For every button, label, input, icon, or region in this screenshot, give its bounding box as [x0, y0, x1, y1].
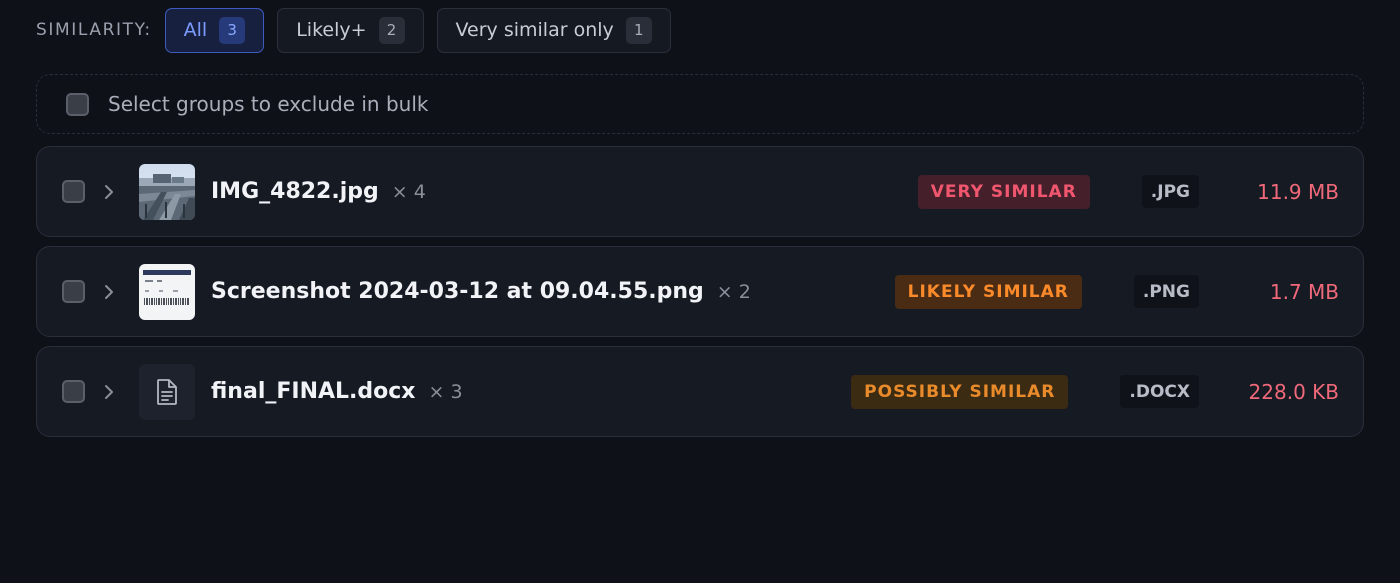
group-meta: POSSIBLY SIMILAR .DOCX 228.0 KB: [851, 347, 1339, 436]
duplicate-group-row[interactable]: final_FINAL.docx × 3 POSSIBLY SIMILAR .D…: [36, 346, 1364, 437]
chevron-right-icon[interactable]: [101, 284, 117, 300]
filter-chip-likely-plus[interactable]: Likely+ 2: [277, 7, 424, 53]
group-meta: LIKELY SIMILAR .PNG 1.7 MB: [894, 247, 1339, 336]
group-select-checkbox[interactable]: [62, 380, 85, 403]
similarity-filter-bar: SIMILARITY: All 3 Likely+ 2 Very similar…: [36, 0, 1364, 59]
filter-chip-very-similar-only[interactable]: Very similar only 1: [436, 7, 671, 53]
duplicate-groups-panel: SIMILARITY: All 3 Likely+ 2 Very similar…: [0, 0, 1400, 583]
filter-chip-very-similar-only-label: Very similar only: [455, 19, 614, 41]
file-extension-tag: .DOCX: [1120, 375, 1199, 408]
similarity-badge: LIKELY SIMILAR: [894, 274, 1082, 309]
screenshot-thumbnail: [139, 263, 195, 320]
filter-chip-all[interactable]: All 3: [164, 7, 265, 53]
file-extension-tag: .JPG: [1141, 175, 1199, 208]
document-icon: [139, 363, 195, 420]
group-select-checkbox[interactable]: [62, 280, 85, 303]
group-meta: VERY SIMILAR .JPG 11.9 MB: [917, 147, 1339, 236]
bulk-select-label: Select groups to exclude in bulk: [108, 92, 429, 116]
duplicate-group-row[interactable]: Screenshot 2024-03-12 at 09.04.55.png × …: [36, 246, 1364, 337]
group-file-name: IMG_4822.jpg: [211, 179, 379, 204]
group-duplicate-count: × 3: [428, 380, 463, 403]
similarity-badge: POSSIBLY SIMILAR: [851, 374, 1069, 409]
group-select-checkbox[interactable]: [62, 180, 85, 203]
filter-chip-all-label: All: [183, 19, 208, 41]
file-extension-tag: .PNG: [1133, 275, 1199, 308]
bulk-select-row[interactable]: Select groups to exclude in bulk: [36, 74, 1364, 134]
group-file-name: Screenshot 2024-03-12 at 09.04.55.png: [211, 279, 704, 304]
file-size: 11.9 MB: [1257, 179, 1339, 204]
group-duplicate-count: × 2: [716, 280, 751, 303]
similarity-badge: VERY SIMILAR: [917, 174, 1090, 209]
filter-chip-very-similar-only-count: 1: [625, 16, 652, 44]
file-size: 228.0 KB: [1248, 379, 1339, 404]
chevron-right-icon[interactable]: [101, 184, 117, 200]
similarity-filter-label: SIMILARITY:: [36, 20, 152, 40]
filter-chip-likely-plus-label: Likely+: [296, 19, 367, 41]
duplicate-group-list: IMG_4822.jpg × 4 VERY SIMILAR .JPG 11.9 …: [36, 146, 1364, 437]
bulk-select-checkbox[interactable]: [66, 92, 89, 116]
group-file-name: final_FINAL.docx: [211, 379, 416, 404]
chevron-right-icon[interactable]: [101, 384, 117, 400]
photo-thumbnail: [139, 163, 195, 220]
filter-chip-likely-plus-count: 2: [378, 16, 405, 44]
filter-chip-all-count: 3: [219, 16, 246, 44]
group-duplicate-count: × 4: [391, 180, 426, 203]
file-size: 1.7 MB: [1269, 279, 1339, 304]
duplicate-group-row[interactable]: IMG_4822.jpg × 4 VERY SIMILAR .JPG 11.9 …: [36, 146, 1364, 237]
